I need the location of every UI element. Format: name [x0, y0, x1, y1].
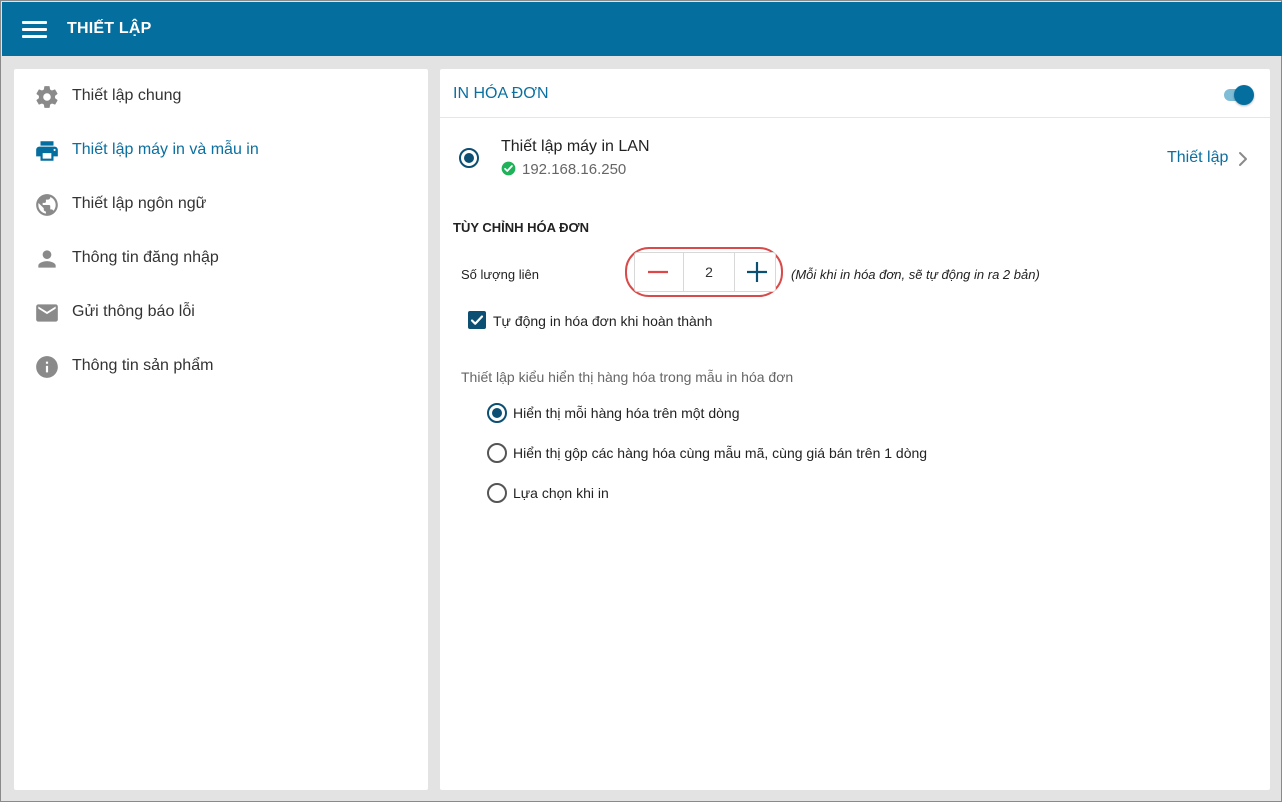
panel-title: IN HÓA ĐƠN [453, 85, 549, 102]
plus-icon[interactable] [735, 253, 777, 291]
sidebar-item-label: Thiết lập chung [72, 87, 182, 104]
printer-icon [36, 141, 58, 161]
sidebar-item-language[interactable]: Thiết lập ngôn ngữ [14, 182, 428, 226]
app-window: THIẾT LẬP Thiết lập chung Thiết lập máy … [0, 0, 1282, 802]
display-option-radio[interactable] [487, 443, 507, 463]
print-settings-panel: IN HÓA ĐƠN Thiết lập máy in LAN 192.168.… [440, 69, 1270, 790]
person-icon [38, 250, 56, 268]
display-option-label: Hiển thị mỗi hàng hóa trên một dòng [513, 405, 740, 421]
lan-printer-radio[interactable] [459, 148, 479, 168]
auto-print-checkbox[interactable] [468, 311, 486, 329]
checkmark-icon [470, 315, 484, 325]
page-title: THIẾT LẬP [67, 20, 152, 37]
printer-ip: 192.168.16.250 [522, 161, 627, 178]
panel-header: IN HÓA ĐƠN [440, 69, 1270, 118]
sidebar-item-product-info[interactable]: Thông tin sản phẩm [14, 344, 428, 388]
sidebar-item-label: Thiết lập máy in và mẫu in [72, 141, 259, 158]
gear-icon [36, 86, 58, 108]
sidebar-item-report-error[interactable]: Gửi thông báo lỗi [14, 290, 428, 334]
globe-icon [36, 194, 58, 216]
display-mode-title: Thiết lập kiểu hiển thị hàng hóa trong m… [461, 369, 794, 385]
auto-print-label: Tự động in hóa đơn khi hoàn thành [493, 313, 713, 329]
minus-icon[interactable] [635, 253, 683, 291]
copies-value[interactable]: 2 [683, 253, 735, 291]
chevron-right-icon[interactable] [1237, 151, 1249, 167]
display-option-radio[interactable] [487, 483, 507, 503]
info-icon [36, 356, 58, 378]
copies-stepper: 2 [634, 252, 776, 292]
display-option-label: Hiển thị gộp các hàng hóa cùng mẫu mã, c… [513, 445, 928, 461]
printer-name: Thiết lập máy in LAN [501, 138, 650, 155]
settings-sidebar: Thiết lập chung Thiết lập máy in và mẫu … [14, 69, 428, 790]
display-option-label: Lựa chọn khi in [513, 485, 609, 501]
top-app-bar: THIẾT LẬP [2, 2, 1282, 56]
sidebar-item-printer[interactable]: Thiết lập máy in và mẫu in [14, 128, 428, 172]
hamburger-menu-icon[interactable] [22, 19, 48, 39]
section-title: TÙY CHỈNH HÓA ĐƠN [453, 220, 590, 235]
copies-stepper-highlight: 2 [625, 247, 783, 297]
display-option-radio[interactable] [487, 403, 507, 423]
copies-label: Số lượng liên [461, 267, 539, 282]
sidebar-item-label: Gửi thông báo lỗi [72, 303, 195, 320]
print-invoice-toggle[interactable] [1222, 83, 1256, 105]
sidebar-item-label: Thiết lập ngôn ngữ [72, 195, 207, 212]
check-circle-icon [501, 161, 516, 176]
sidebar-item-label: Thông tin sản phẩm [72, 357, 214, 374]
sidebar-item-label: Thông tin đăng nhập [72, 249, 219, 266]
copies-note: (Mỗi khi in hóa đơn, sẽ tự động in ra 2 … [791, 267, 1040, 282]
printer-setup-link[interactable]: Thiết lập [1167, 149, 1228, 167]
sidebar-item-login-info[interactable]: Thông tin đăng nhập [14, 236, 428, 280]
mail-icon [36, 304, 58, 322]
sidebar-item-general[interactable]: Thiết lập chung [14, 74, 428, 118]
